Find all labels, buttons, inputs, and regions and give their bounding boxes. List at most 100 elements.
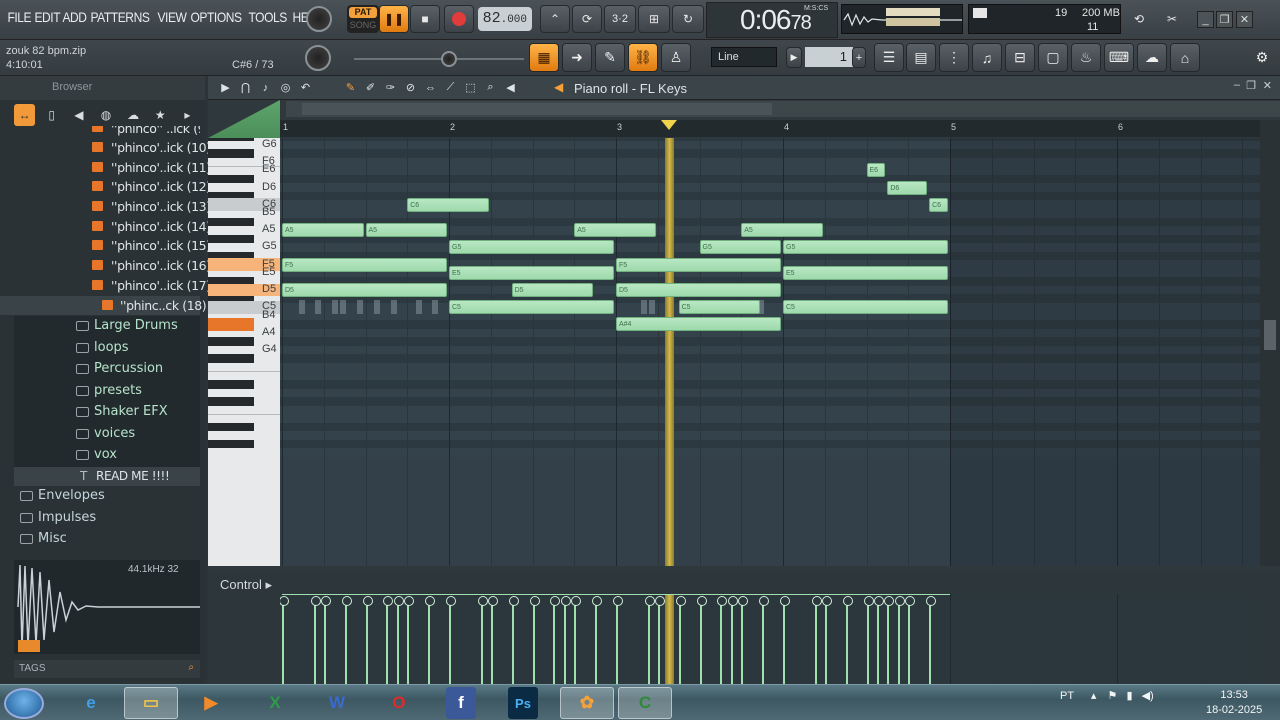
snap-select[interactable]: Line (711, 47, 777, 67)
folder-shaker-efx[interactable]: Shaker EFX (14, 402, 200, 424)
pr-restore-icon[interactable]: ❐ (1246, 79, 1256, 92)
note[interactable]: F5 (616, 257, 781, 272)
note[interactable]: D5 (511, 283, 594, 298)
master-pitch-slider[interactable] (354, 58, 524, 60)
velocity-bar[interactable] (404, 596, 415, 684)
note[interactable]: C5 (783, 300, 948, 315)
velocity-bar[interactable] (425, 596, 436, 684)
velocity-bar[interactable] (738, 596, 749, 684)
velocity-bar[interactable] (717, 596, 728, 684)
note[interactable]: C6 (929, 197, 948, 212)
velocity-bar[interactable] (905, 596, 916, 684)
taskbar-excel-icon[interactable]: X (248, 687, 302, 719)
add-pattern-icon[interactable]: + (852, 47, 866, 68)
velocity-bar[interactable] (320, 596, 331, 684)
note[interactable]: A#4 (616, 317, 781, 332)
file-icon[interactable]: ▯ (41, 104, 62, 126)
overview-thumb[interactable] (302, 103, 772, 115)
velocity-bar[interactable] (613, 596, 623, 684)
touch-keyboard-icon[interactable]: ⌨ (1104, 43, 1134, 72)
velocity-bar[interactable] (644, 596, 655, 684)
readme-item[interactable]: T READ ME !!!! (14, 466, 200, 487)
taskbar-photoshop-icon[interactable]: Ps (508, 687, 538, 719)
velocity-bar[interactable] (842, 596, 853, 684)
list-item[interactable]: ''phinco'..ick (12) (14, 177, 211, 197)
list-item[interactable]: ''phinco'..ick (16) (14, 256, 211, 276)
list-item[interactable]: ''phinco'..ick (10) (14, 138, 211, 158)
arrow-right-icon[interactable]: ▸ (177, 104, 198, 126)
velocity-bar[interactable] (341, 596, 352, 684)
velocity-bar[interactable] (873, 596, 884, 684)
paint-tool-icon[interactable]: ✐ (363, 80, 378, 95)
folder-large-drums[interactable]: Large Drums (14, 316, 200, 338)
minimize-icon[interactable]: _ (1197, 11, 1214, 28)
project-icon[interactable]: ▢ (1038, 43, 1068, 72)
menu-file[interactable]: FILE (4, 9, 35, 25)
velocity-bar[interactable] (508, 596, 519, 684)
folder-envelopes[interactable]: Envelopes (14, 486, 200, 508)
velocity-bar[interactable] (550, 596, 561, 684)
browser-icon[interactable]: ⊟ (1005, 43, 1035, 72)
pattern-selector[interactable]: 1 (805, 47, 853, 67)
taskbar-opera-icon[interactable]: O (372, 687, 426, 719)
menu-options[interactable]: OPTIONS (187, 9, 245, 25)
taskbar-word-icon[interactable]: W (310, 687, 364, 719)
master-volume-knob[interactable] (306, 6, 332, 32)
news-icon[interactable]: ⚙ (1247, 43, 1277, 72)
folder-impulses[interactable]: Impulses (14, 508, 200, 530)
velocity-bar[interactable] (487, 596, 498, 684)
cloud-icon[interactable]: ☁ (123, 104, 144, 126)
language-indicator[interactable]: PT (1060, 690, 1074, 702)
velocity-bar[interactable] (780, 596, 790, 684)
playhead-marker[interactable] (661, 120, 678, 130)
taskbar-ie-icon[interactable]: e (64, 687, 118, 719)
black-key[interactable] (208, 234, 254, 244)
delete-tool-icon[interactable]: ✑ (383, 80, 398, 95)
vertical-scroll-thumb[interactable] (1264, 320, 1276, 350)
speaker-icon[interactable]: ◀ (554, 80, 563, 94)
note[interactable]: E6 (866, 163, 886, 178)
close-icon[interactable]: ✕ (1236, 11, 1253, 28)
stop-button[interactable]: ■ (410, 5, 440, 33)
pr-minimize-icon[interactable]: – (1234, 79, 1240, 91)
record-audio-icon[interactable]: ☁ (1137, 43, 1167, 72)
highlighted-key[interactable] (208, 318, 254, 331)
note-grid[interactable]: E6 D6 C6 C6 A5 A5 A5 A5 G5 G5 G5 F5 F5 E5 E5 D5 D5 D5 C5 C5… (280, 138, 1260, 566)
velocity-bar[interactable] (446, 596, 456, 684)
globe-icon[interactable]: ◍ (95, 104, 116, 126)
select-tool-icon[interactable]: ⬚ (463, 80, 478, 95)
black-key[interactable] (208, 422, 254, 432)
wait-input-icon[interactable]: ⟳ (572, 5, 602, 33)
link-icon[interactable]: ⛓ (628, 43, 658, 72)
tempo-display[interactable]: 82.000 (478, 7, 532, 31)
note[interactable]: D5 (282, 283, 447, 298)
clock[interactable]: 13:53 18-02-2025 (1206, 688, 1262, 718)
pr-close-icon[interactable]: ✕ (1263, 79, 1272, 92)
note[interactable]: E5 (449, 266, 614, 281)
velocity-bar[interactable] (696, 596, 707, 684)
black-key[interactable] (208, 174, 254, 184)
menu-patterns[interactable]: PATTERNS (87, 9, 153, 25)
list-item[interactable]: ''phinco'..ick (11) (14, 158, 211, 178)
loop-record-icon[interactable]: ↻ (672, 5, 704, 33)
folder-misc[interactable]: Misc (14, 529, 200, 551)
black-key[interactable] (208, 397, 254, 406)
tags-bar[interactable]: TAGS ⌕ (14, 660, 200, 678)
velocity-bar[interactable] (675, 596, 686, 684)
metronome-icon[interactable]: ⌃ (540, 5, 570, 33)
pat-song-toggle[interactable]: PAT SONG (347, 5, 379, 33)
undo-icon[interactable]: ↶ (298, 80, 313, 95)
note[interactable]: G5 (699, 240, 781, 255)
signal-icon[interactable]: ▮ (1126, 690, 1132, 702)
action-center-icon[interactable]: ⚑ (1108, 690, 1118, 702)
collapse-icon[interactable]: ↔ (14, 104, 36, 126)
draw-tool-icon[interactable]: ✎ (343, 80, 358, 95)
velocity-bar[interactable] (895, 596, 906, 684)
record-target-icon[interactable]: ◎ (278, 80, 293, 95)
folder-percussion[interactable]: Percussion (14, 359, 200, 381)
velocity-bar[interactable] (884, 596, 895, 684)
velocity-bar[interactable] (821, 596, 832, 684)
list-item-selected[interactable]: ''phinc..ck (18) (0, 295, 207, 316)
velocity-bar[interactable] (759, 596, 770, 684)
taskbar-camtasia-icon[interactable]: C (618, 687, 672, 719)
